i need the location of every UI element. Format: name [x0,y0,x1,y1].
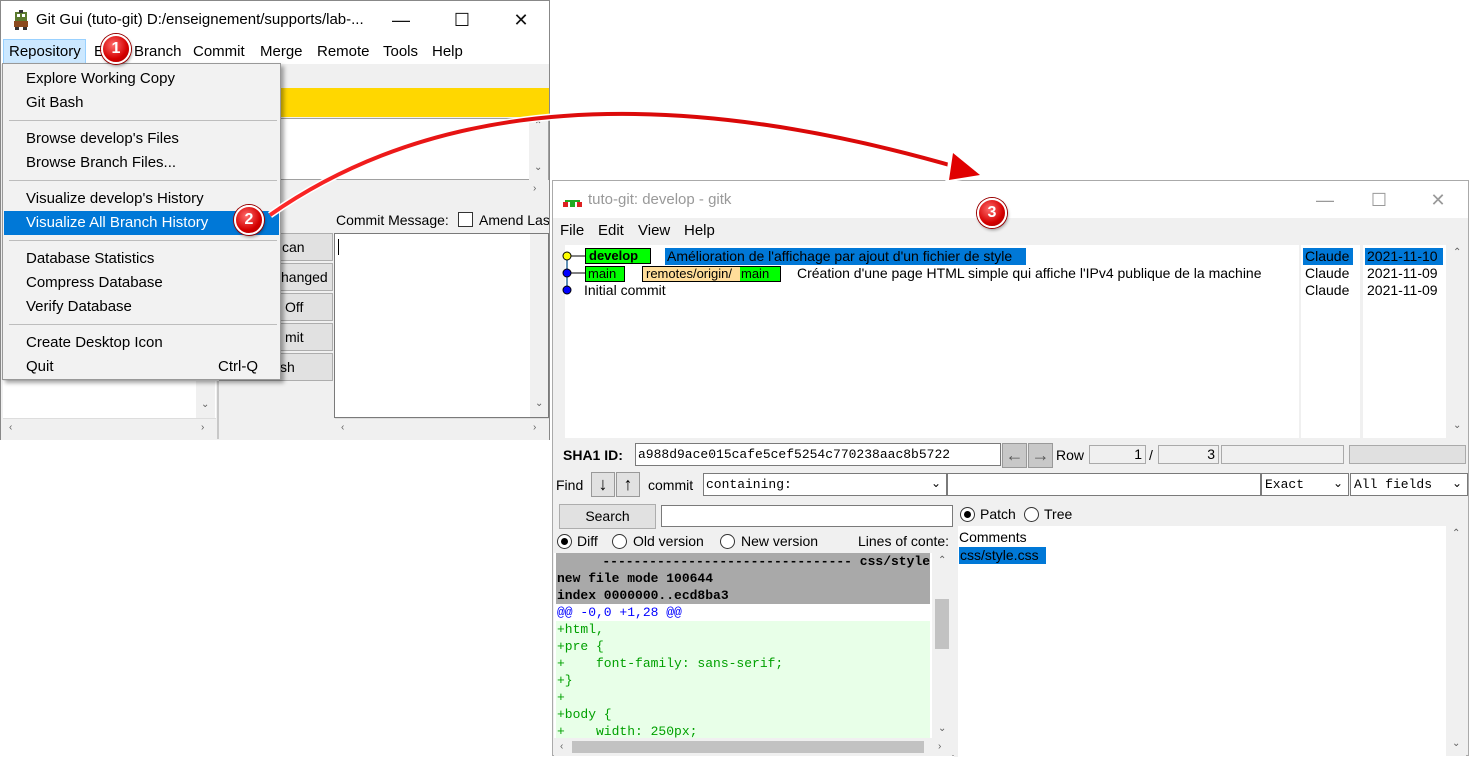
step-badge-1: 1 [101,34,131,64]
step-badge-3: 3 [977,198,1007,228]
step-badge-2: 2 [234,205,264,235]
red-curved-arrow [267,110,985,218]
